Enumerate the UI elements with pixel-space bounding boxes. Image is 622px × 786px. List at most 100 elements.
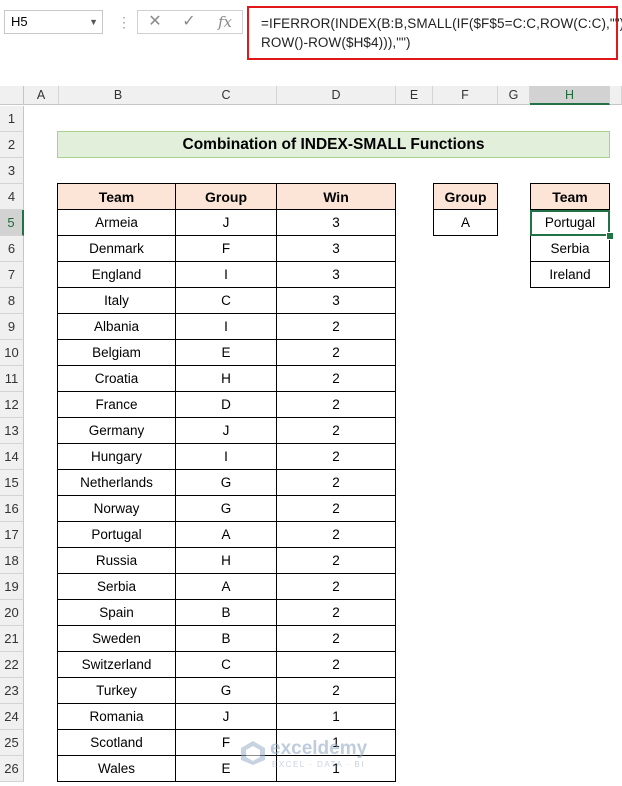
cell-group[interactable]: E [176,340,277,366]
cell-win[interactable]: 2 [277,678,396,704]
cell-team[interactable]: Russia [57,548,176,574]
cell-team[interactable]: Turkey [57,678,176,704]
group-header[interactable]: Group [433,183,498,210]
row-header-24[interactable]: 24 [0,704,24,730]
fill-handle[interactable] [606,232,614,240]
chevron-down-icon[interactable]: ▼ [89,11,98,33]
cell-win[interactable]: 3 [277,262,396,288]
row-header-13[interactable]: 13 [0,418,24,444]
cell-group[interactable]: J [176,704,277,730]
cell-win[interactable]: 2 [277,522,396,548]
row-header-3[interactable]: 3 [0,158,24,184]
cell-win[interactable]: 2 [277,600,396,626]
cell-win[interactable]: 3 [277,236,396,262]
row-header-4[interactable]: 4 [0,184,24,210]
row-header-12[interactable]: 12 [0,392,24,418]
header-win[interactable]: Win [277,183,396,210]
grip-icon[interactable]: ⋮ [117,12,131,32]
cell-team[interactable]: Portugal [57,522,176,548]
cell-win[interactable]: 2 [277,418,396,444]
result-cell[interactable]: Ireland [530,262,610,288]
cell-group[interactable]: B [176,600,277,626]
cell-team[interactable]: Wales [57,756,176,782]
cell-team[interactable]: England [57,262,176,288]
header-group[interactable]: Group [176,183,277,210]
cell-team[interactable]: Switzerland [57,652,176,678]
cell-win[interactable]: 3 [277,288,396,314]
row-header-25[interactable]: 25 [0,730,24,756]
column-header-c[interactable]: C [176,86,277,105]
cell-team[interactable]: Hungary [57,444,176,470]
cell-group[interactable]: B [176,626,277,652]
row-header-14[interactable]: 14 [0,444,24,470]
row-header-19[interactable]: 19 [0,574,24,600]
row-header-17[interactable]: 17 [0,522,24,548]
cell-win[interactable]: 2 [277,470,396,496]
cell-win[interactable]: 2 [277,496,396,522]
row-header-23[interactable]: 23 [0,678,24,704]
column-header-f[interactable]: F [433,86,498,105]
cell-group[interactable]: H [176,548,277,574]
row-header-16[interactable]: 16 [0,496,24,522]
insert-function-icon[interactable]: fx [210,10,240,34]
row-header-18[interactable]: 18 [0,548,24,574]
cell-team[interactable]: Sweden [57,626,176,652]
column-header-h[interactable]: H [530,86,610,105]
column-header-e[interactable]: E [396,86,433,105]
row-header-26[interactable]: 26 [0,756,24,782]
result-cell[interactable]: Serbia [530,236,610,262]
row-header-6[interactable]: 6 [0,236,24,262]
cell-win[interactable]: 1 [277,704,396,730]
cell-group[interactable]: C [176,652,277,678]
cell-win[interactable]: 2 [277,314,396,340]
group-value-cell[interactable]: A [433,210,498,236]
cell-group[interactable]: I [176,444,277,470]
column-header-g[interactable]: G [498,86,530,105]
cell-team[interactable]: Netherlands [57,470,176,496]
cell-win[interactable]: 2 [277,392,396,418]
cell-win[interactable]: 3 [277,210,396,236]
cell-team[interactable]: Spain [57,600,176,626]
row-header-21[interactable]: 21 [0,626,24,652]
cell-team[interactable]: Denmark [57,236,176,262]
column-header-d[interactable]: D [277,86,396,105]
row-header-9[interactable]: 9 [0,314,24,340]
column-header-b[interactable]: B [59,86,178,105]
cell-team[interactable]: Germany [57,418,176,444]
cell-group[interactable]: J [176,210,277,236]
cell-team[interactable]: Italy [57,288,176,314]
row-header-20[interactable]: 20 [0,600,24,626]
cell-group[interactable]: G [176,496,277,522]
formula-input[interactable]: =IFERROR(INDEX(B:B,SMALL(IF($F$5=C:C,ROW… [247,6,622,60]
cell-win[interactable]: 2 [277,444,396,470]
cell-win[interactable]: 2 [277,652,396,678]
row-header-11[interactable]: 11 [0,366,24,392]
cell-group[interactable]: G [176,678,277,704]
cell-team[interactable]: Norway [57,496,176,522]
cell-win[interactable]: 2 [277,340,396,366]
row-header-2[interactable]: 2 [0,132,24,158]
cell-team[interactable]: Scotland [57,730,176,756]
cell-group[interactable]: G [176,470,277,496]
cell-group[interactable]: F [176,236,277,262]
cell-win[interactable]: 2 [277,548,396,574]
result-header-team[interactable]: Team [530,183,610,210]
cell-group[interactable]: C [176,288,277,314]
cell-team[interactable]: Serbia [57,574,176,600]
cell-team[interactable]: Belgiam [57,340,176,366]
row-header-7[interactable]: 7 [0,262,24,288]
enter-icon[interactable]: ✓ [174,10,204,34]
cell-team[interactable]: Croatia [57,366,176,392]
cell-team[interactable]: France [57,392,176,418]
row-header-5[interactable]: 5 [0,210,24,236]
cell-win[interactable]: 2 [277,574,396,600]
cell-group[interactable]: A [176,522,277,548]
cell-group[interactable]: J [176,418,277,444]
cell-group[interactable]: I [176,262,277,288]
cell-team[interactable]: Albania [57,314,176,340]
cell-group[interactable]: I [176,314,277,340]
header-team[interactable]: Team [57,183,176,210]
cell-win[interactable]: 2 [277,626,396,652]
row-header-22[interactable]: 22 [0,652,24,678]
cell-team[interactable]: Romania [57,704,176,730]
